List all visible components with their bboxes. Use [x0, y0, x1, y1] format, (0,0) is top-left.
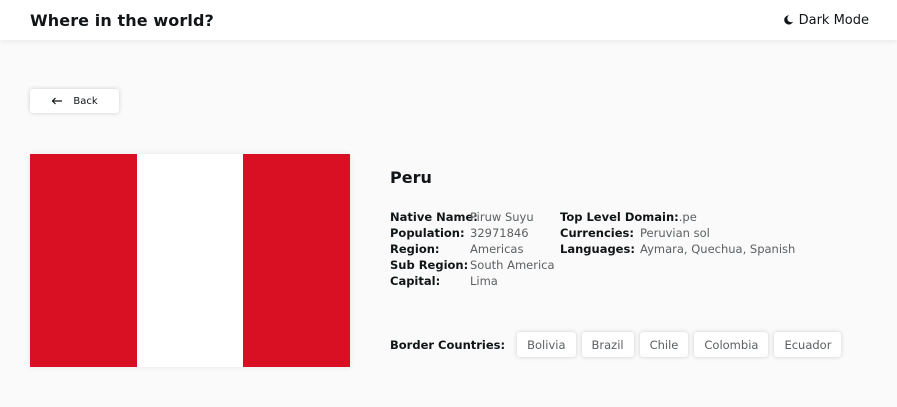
border-chip-brazil[interactable]: Brazil [581, 332, 634, 357]
flag-stripe-middle [136, 154, 244, 367]
currencies-row: Currencies: Peruvian sol [560, 225, 795, 241]
country-flag [30, 154, 351, 367]
flag-stripe-left [30, 154, 137, 367]
border-chip-chile[interactable]: Chile [639, 332, 689, 357]
languages-label: Languages: [560, 242, 635, 256]
border-chip-bolivia[interactable]: Bolivia [517, 332, 576, 357]
capital-value: Lima [470, 274, 498, 288]
app-header: Where in the world? Dark Mode [0, 0, 897, 40]
region-value: Americas [470, 242, 524, 256]
capital-row: Capital: Lima [390, 273, 555, 289]
dark-mode-toggle[interactable]: Dark Mode [783, 13, 869, 28]
country-name: Peru [390, 168, 432, 187]
sub-region-row: Sub Region: South America [390, 257, 555, 273]
tld-row: Top Level Domain: .pe [560, 209, 795, 225]
app-title: Where in the world? [30, 10, 214, 30]
languages-value: Aymara, Quechua, Spanish [640, 242, 796, 256]
native-name-value: Piruw Suyu [470, 210, 534, 224]
population-value: 32971846 [470, 226, 529, 240]
sub-region-value: South America [470, 258, 555, 272]
tld-value: .pe [678, 210, 697, 224]
region-row: Region: Americas [390, 241, 555, 257]
border-countries-label: Border Countries: [390, 337, 506, 352]
currencies-value: Peruvian sol [640, 226, 710, 240]
population-label: Population: [390, 226, 465, 240]
border-chip-ecuador[interactable]: Ecuador [774, 332, 842, 357]
arrow-left-icon [52, 97, 63, 105]
details-left: Native Name: Piruw Suyu Population: 3297… [390, 209, 555, 289]
tld-label: Top Level Domain: [560, 210, 679, 224]
languages-row: Languages: Aymara, Quechua, Spanish [560, 241, 795, 257]
back-button-label: Back [73, 95, 98, 107]
back-button[interactable]: Back [30, 89, 119, 113]
currencies-label: Currencies: [560, 226, 634, 240]
flag-stripe-right [243, 154, 351, 367]
border-countries: Border Countries: Bolivia Brazil Chile C… [390, 332, 847, 357]
region-label: Region: [390, 242, 440, 256]
border-chip-colombia[interactable]: Colombia [694, 332, 769, 357]
moon-icon [783, 15, 793, 25]
capital-label: Capital: [390, 274, 441, 288]
sub-region-label: Sub Region: [390, 258, 469, 272]
native-name-row: Native Name: Piruw Suyu [390, 209, 555, 225]
dark-mode-label: Dark Mode [798, 12, 869, 28]
details-right: Top Level Domain: .pe Currencies: Peruvi… [560, 209, 795, 257]
population-row: Population: 32971846 [390, 225, 555, 241]
native-name-label: Native Name: [390, 210, 478, 224]
